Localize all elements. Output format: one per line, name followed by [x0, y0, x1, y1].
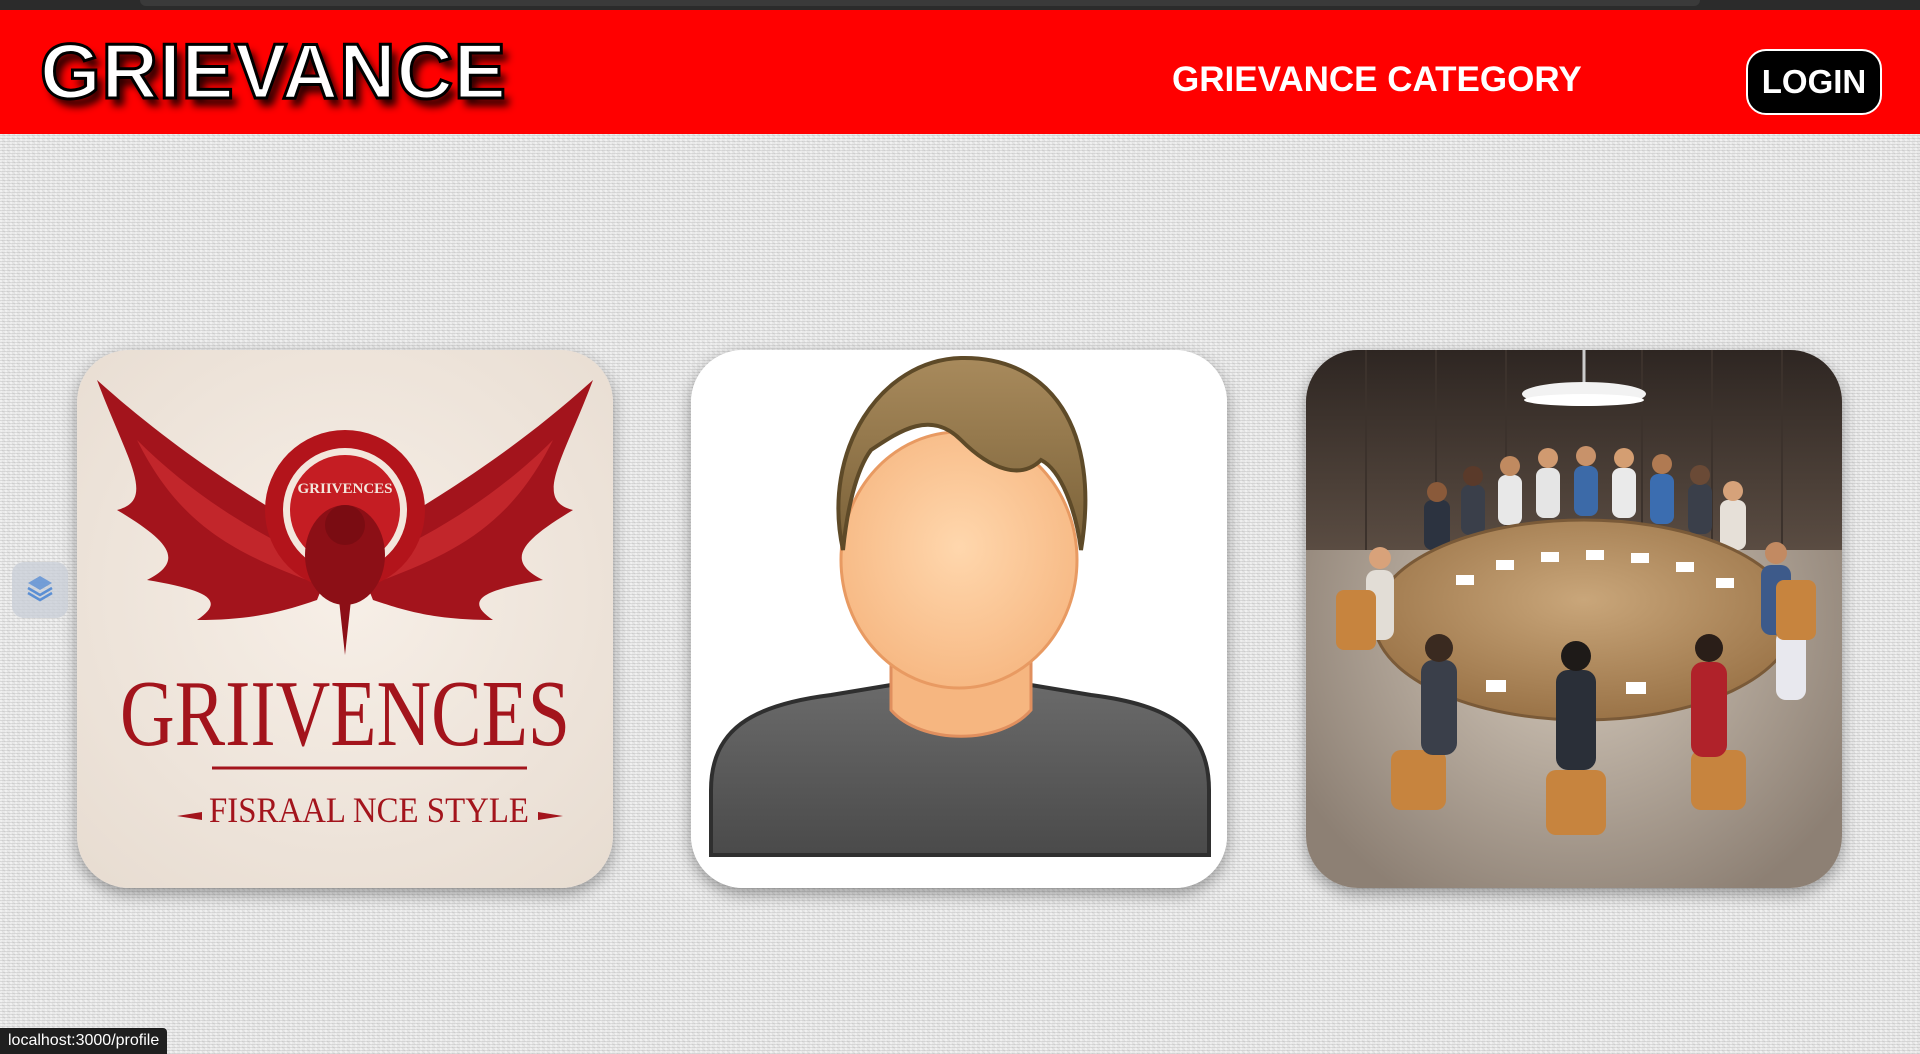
site-header: GRIEVANCE GRIEVANCE CATEGORY LOGIN	[0, 10, 1920, 134]
logo-title-text: GRIIVENCES	[120, 662, 570, 766]
profile-card[interactable]	[691, 350, 1227, 888]
browser-top-strip	[0, 0, 1920, 10]
status-bar-url: localhost:3000/profile	[0, 1028, 168, 1054]
browser-top-strip-inner	[140, 0, 1700, 6]
grievance-logo-image: GRIIVENCES GRIIVENCES FISRAAL NCE STYLE	[77, 350, 613, 888]
nav-grievance-category[interactable]: GRIEVANCE CATEGORY	[1172, 60, 1582, 100]
meeting-card[interactable]	[1306, 350, 1842, 888]
grievance-logo-card[interactable]: GRIIVENCES GRIIVENCES FISRAAL NCE STYLE	[77, 350, 613, 888]
user-avatar-icon	[691, 350, 1227, 888]
brand-logo-text[interactable]: GRIEVANCE	[39, 31, 508, 112]
logo-seal-text: GRIIVENCES	[297, 481, 392, 497]
login-button[interactable]: LOGIN	[1746, 49, 1882, 115]
logo-subtitle-text: FISRAAL NCE STYLE	[209, 790, 529, 830]
round-table-meeting-image	[1306, 350, 1842, 888]
layers-icon	[25, 573, 55, 608]
layers-widget-button[interactable]	[12, 562, 68, 618]
